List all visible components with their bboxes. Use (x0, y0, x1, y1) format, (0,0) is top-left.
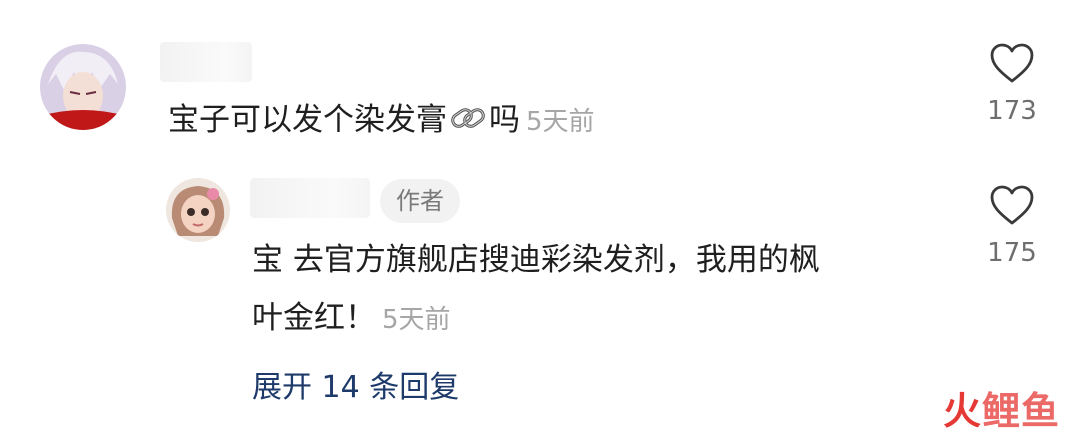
heart-icon (990, 185, 1034, 225)
comment-like[interactable]: 173 (972, 42, 1052, 126)
reply-text-first-line: 宝 去官方旗舰店搜迪彩染发剂，我用的枫 (252, 242, 820, 278)
reply-time: 5天前 (382, 305, 451, 335)
comment-thread: 宝子可以发个染发膏吗 5天前 173 作者 宝 去官方旗舰店搜迪彩染发剂，我用的枫… (0, 0, 1080, 441)
reply-text-line2: 叶金红！ 5天前 (252, 292, 451, 346)
anime-avatar-image (40, 44, 126, 130)
reply-like-count: 175 (987, 238, 1037, 268)
reply-like[interactable]: 175 (972, 184, 1052, 268)
reply-text-line1: 宝 去官方旗舰店搜迪彩染发剂，我用的枫 (252, 234, 820, 286)
link-emoji (449, 98, 487, 130)
comment-time: 5天前 (526, 107, 595, 137)
heart-icon (990, 43, 1034, 83)
comment-text-part2: 吗 (489, 102, 520, 138)
commenter-name-blurred (160, 42, 252, 82)
comment-like-count: 173 (987, 96, 1037, 126)
comment-text: 宝子可以发个染发膏 吗 5天前 (168, 94, 595, 148)
expand-replies-link[interactable]: 展开 14 条回复 (252, 362, 459, 406)
author-avatar[interactable] (166, 178, 230, 242)
commenter-avatar[interactable] (40, 44, 126, 130)
author-badge: 作者 (380, 179, 460, 223)
author-name-blurred (250, 178, 370, 218)
doll-avatar-image (166, 178, 230, 242)
watermark-logo: 火鲤鱼 (943, 380, 1060, 435)
comment-text-part1: 宝子可以发个染发膏 (168, 102, 447, 138)
watermark-brand-char: 火 (942, 389, 982, 433)
reply-text-second-line: 叶金红！ (252, 300, 376, 336)
watermark-brand-rest: 鲤鱼 (981, 389, 1060, 433)
